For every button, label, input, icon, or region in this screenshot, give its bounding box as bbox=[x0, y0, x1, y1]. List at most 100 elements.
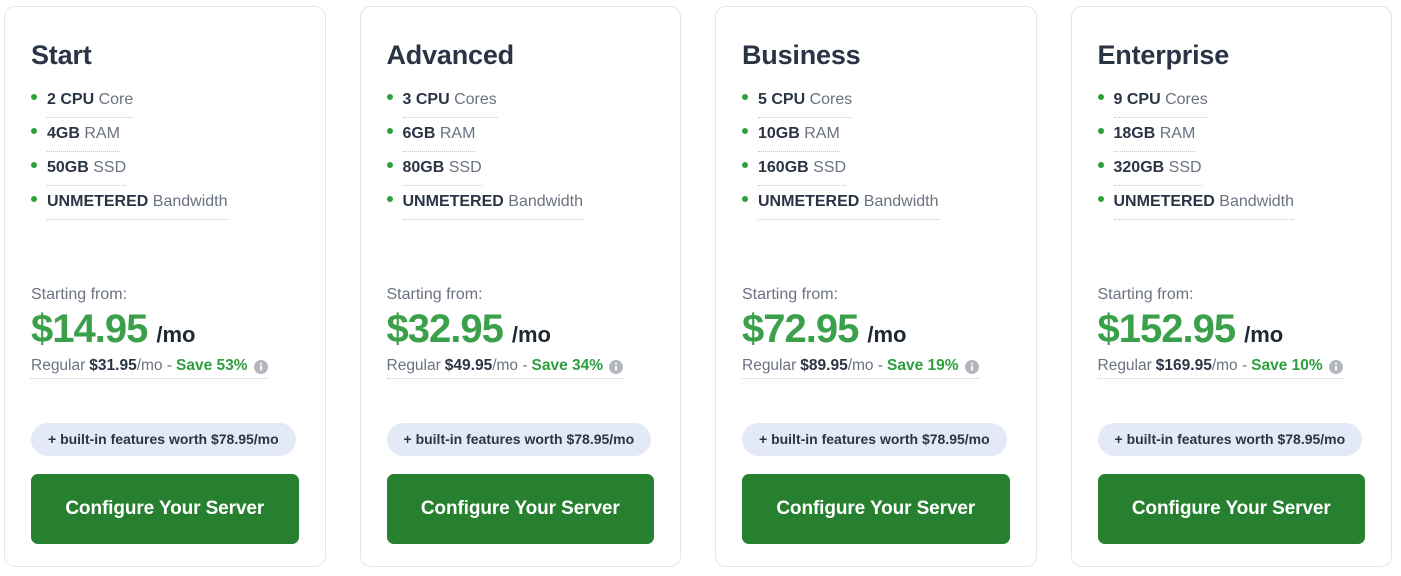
price-period: /mo bbox=[511, 321, 551, 347]
save-percent: Save 34% bbox=[531, 356, 604, 374]
plan-spec-list: 5 CPU Cores 10GB RAM 160GB SSD UNMETERED Ba… bbox=[742, 84, 1010, 220]
configure-server-button[interactable]: Configure Your Server bbox=[386, 474, 654, 544]
plan-title: Start bbox=[31, 40, 92, 70]
regular-period: /mo - bbox=[847, 356, 884, 374]
spec-item: UNMETERED Bandwidth bbox=[31, 186, 299, 220]
plan-card-enterprise: Enterprise 9 CPU Cores 18GB RAM 320GB SSD UN… bbox=[1070, 6, 1392, 567]
price-amount: $32.95 bbox=[386, 306, 504, 351]
bullet-icon bbox=[1097, 161, 1104, 168]
spec-text: 6GB RAM bbox=[402, 118, 476, 152]
spec-text: 3 CPU Cores bbox=[402, 84, 497, 118]
spec-item: 9 CPU Cores bbox=[1097, 84, 1366, 118]
spec-item: 4GB RAM bbox=[31, 118, 299, 152]
spec-unit: RAM bbox=[1155, 124, 1196, 142]
regular-price-row: Regular $89.95/mo - Save 19% bbox=[742, 356, 979, 379]
save-percent: Save 10% bbox=[1251, 356, 1323, 374]
spec-unit: RAM bbox=[799, 124, 840, 142]
spec-unit: Core bbox=[94, 90, 134, 108]
bullet-icon bbox=[31, 93, 37, 100]
spec-unit: Bandwidth bbox=[503, 192, 584, 210]
spec-item: 160GB SSD bbox=[742, 152, 1010, 186]
price-period: /mo bbox=[156, 321, 196, 347]
spec-item: 18GB RAM bbox=[1097, 118, 1366, 152]
spec-unit: RAM bbox=[435, 124, 476, 142]
layout-spacer bbox=[31, 226, 299, 286]
pricing-plans-grid: Start 2 CPU Core 4GB RAM 50GB SSD UNMETERED … bbox=[0, 0, 1401, 576]
spec-value: 9 CPU bbox=[1113, 90, 1161, 108]
price-amount: $152.95 bbox=[1097, 306, 1237, 351]
configure-server-button[interactable]: Configure Your Server bbox=[742, 474, 1010, 544]
price-row: $72.95/mo bbox=[742, 306, 1010, 352]
spec-value: UNMETERED bbox=[47, 192, 149, 210]
info-icon-wrapper[interactable] bbox=[964, 359, 979, 374]
plan-title: Enterprise bbox=[1097, 40, 1230, 70]
spec-item: 320GB SSD bbox=[1097, 152, 1366, 186]
spec-unit: Cores bbox=[449, 90, 497, 108]
regular-price-value: $31.95 bbox=[89, 356, 137, 374]
bullet-icon bbox=[742, 161, 748, 168]
bullet-icon bbox=[386, 127, 393, 134]
spec-unit: Cores bbox=[805, 90, 853, 108]
spec-text: 4GB RAM bbox=[47, 118, 120, 152]
spec-value: 4GB bbox=[47, 124, 80, 142]
starting-from-label: Starting from: bbox=[742, 285, 839, 303]
save-percent: Save 19% bbox=[887, 356, 959, 374]
regular-price-value: $49.95 bbox=[444, 356, 493, 374]
built-in-features-badge: + built-in features worth $78.95/mo bbox=[31, 422, 296, 456]
regular-price-row: Regular $49.95/mo - Save 34% bbox=[386, 356, 624, 379]
spec-unit: RAM bbox=[79, 124, 120, 142]
spec-value: 160GB bbox=[758, 158, 809, 176]
spec-value: UNMETERED bbox=[758, 192, 860, 210]
price-period: /mo bbox=[867, 321, 907, 347]
starting-from-label: Starting from: bbox=[1097, 285, 1194, 303]
configure-server-button[interactable]: Configure Your Server bbox=[31, 474, 299, 544]
spec-value: 18GB bbox=[1113, 124, 1156, 142]
spec-value: 2 CPU bbox=[47, 90, 95, 108]
spec-value: 6GB bbox=[402, 124, 436, 142]
plan-card-start: Start 2 CPU Core 4GB RAM 50GB SSD UNMETERED … bbox=[4, 6, 326, 567]
price-row: $32.95/mo bbox=[387, 306, 655, 352]
bullet-icon bbox=[31, 195, 37, 202]
info-icon[interactable] bbox=[609, 359, 624, 374]
info-icon[interactable] bbox=[253, 359, 268, 374]
spec-text: UNMETERED Bandwidth bbox=[47, 186, 228, 220]
spec-value: 5 CPU bbox=[758, 90, 806, 108]
info-icon-wrapper[interactable] bbox=[1328, 359, 1343, 374]
spec-item: 5 CPU Cores bbox=[742, 84, 1010, 118]
spec-text: UNMETERED Bandwidth bbox=[1113, 186, 1295, 220]
bullet-icon bbox=[742, 127, 748, 134]
spec-value: 320GB bbox=[1113, 158, 1165, 176]
info-icon-wrapper[interactable] bbox=[609, 359, 624, 374]
bullet-icon bbox=[31, 127, 37, 134]
spec-value: 10GB bbox=[758, 124, 800, 142]
info-icon-wrapper[interactable] bbox=[253, 359, 268, 374]
regular-price-row: Regular $169.95/mo - Save 10% bbox=[1097, 356, 1343, 379]
spec-item: UNMETERED Bandwidth bbox=[1097, 186, 1366, 220]
spec-value: UNMETERED bbox=[402, 192, 504, 210]
regular-period: /mo - bbox=[136, 356, 173, 374]
regular-price-value: $169.95 bbox=[1155, 356, 1212, 374]
configure-server-button[interactable]: Configure Your Server bbox=[1097, 474, 1365, 544]
plan-spec-list: 3 CPU Cores 6GB RAM 80GB SSD UNMETERED Band… bbox=[386, 84, 655, 220]
spec-unit: SSD bbox=[88, 158, 127, 176]
regular-label: Regular bbox=[31, 356, 86, 374]
info-icon[interactable] bbox=[964, 359, 979, 374]
spec-text: 320GB SSD bbox=[1113, 152, 1202, 186]
spec-text: 10GB RAM bbox=[758, 118, 840, 152]
regular-price-row: Regular $31.95/mo - Save 53% bbox=[31, 356, 268, 379]
price-amount: $14.95 bbox=[31, 306, 148, 351]
plan-card-business: Business 5 CPU Cores 10GB RAM 160GB SSD UNME… bbox=[715, 6, 1037, 567]
starting-from-label: Starting from: bbox=[386, 285, 483, 303]
bullet-icon bbox=[742, 195, 748, 202]
regular-label: Regular bbox=[1097, 356, 1152, 374]
built-in-features-badge: + built-in features worth $78.95/mo bbox=[1097, 422, 1363, 456]
price-row: $152.95/mo bbox=[1098, 306, 1366, 352]
spec-item: 10GB RAM bbox=[742, 118, 1010, 152]
regular-period: /mo - bbox=[1211, 356, 1248, 374]
spec-item: 50GB SSD bbox=[31, 152, 299, 186]
built-in-features-badge: + built-in features worth $78.95/mo bbox=[386, 422, 652, 456]
plan-spec-list: 2 CPU Core 4GB RAM 50GB SSD UNMETERED Bandw… bbox=[31, 84, 299, 220]
spec-item: 80GB SSD bbox=[386, 152, 655, 186]
info-icon[interactable] bbox=[1328, 359, 1343, 374]
spec-item: UNMETERED Bandwidth bbox=[386, 186, 655, 220]
